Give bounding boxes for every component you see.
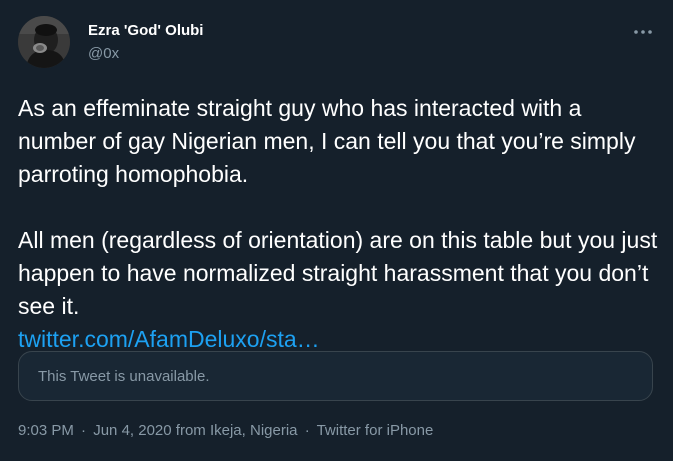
more-options-button[interactable] (630, 22, 656, 42)
tweet-paragraph-text: All men (regardless of orientation) are … (18, 227, 658, 319)
author-avatar[interactable] (18, 16, 70, 68)
quoted-tweet-card[interactable]: This Tweet is unavailable. (18, 351, 653, 401)
tweet-paragraph: All men (regardless of orientation) are … (18, 224, 663, 356)
tweet-source[interactable]: Twitter for iPhone (317, 422, 434, 439)
tweet-paragraph: As an effeminate straight guy who has in… (18, 95, 636, 187)
meta-separator: · (81, 422, 87, 439)
more-horizontal-icon (630, 22, 656, 42)
author-handle[interactable]: @0x (88, 44, 119, 64)
tweet-location[interactable]: from Ikeja, Nigeria (176, 422, 298, 439)
author-name[interactable]: Ezra 'God' Olubi (88, 21, 203, 41)
tweet-date[interactable]: Jun 4, 2020 (93, 422, 171, 439)
tweet-text: As an effeminate straight guy who has in… (18, 92, 663, 356)
tweet: Ezra 'God' Olubi @0x As an effeminate st… (0, 0, 673, 461)
tweet-meta: 9:03 PM · Jun 4, 2020 from Ikeja, Nigeri… (18, 421, 433, 441)
meta-separator: · (304, 422, 310, 439)
tweet-unavailable-text: This Tweet is unavailable. (38, 368, 210, 385)
tweet-link[interactable]: twitter.com/AfamDeluxo/sta… (18, 326, 320, 352)
tweet-time[interactable]: 9:03 PM (18, 422, 74, 439)
